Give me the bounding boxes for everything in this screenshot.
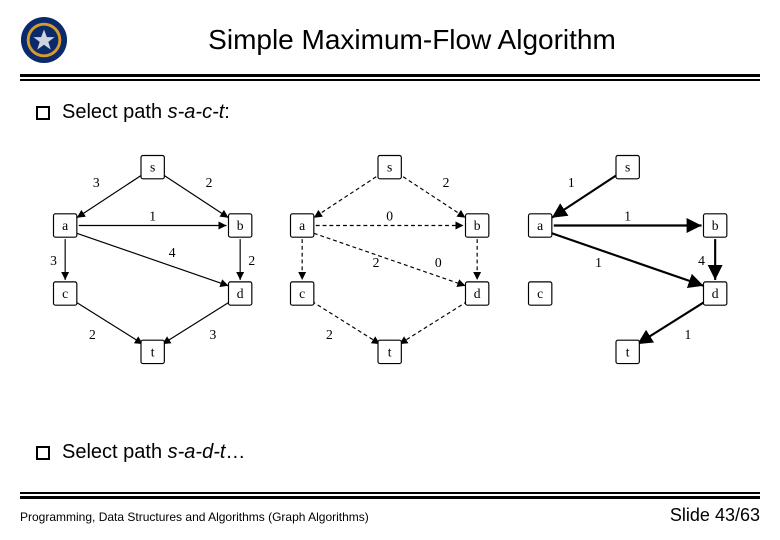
edge-bd-label: 2 <box>248 253 255 268</box>
svg-text:a: a <box>299 218 305 233</box>
edge3-bd-label: 4 <box>698 253 705 268</box>
bullet-2-path: s-a-d-t <box>168 441 226 463</box>
footer-left: Programming, Data Structures and Algorit… <box>20 510 369 524</box>
title-rule <box>20 74 760 81</box>
edge-ad-label: 4 <box>169 245 176 260</box>
node3-s: s <box>616 155 639 178</box>
node2-d: d <box>466 282 489 305</box>
node2-t: t <box>378 340 401 363</box>
bullet-2-prefix: Select path <box>62 441 168 463</box>
footer-row: Programming, Data Structures and Algorit… <box>20 505 760 526</box>
svg-text:c: c <box>299 286 305 301</box>
node-d: d <box>228 282 251 305</box>
seal-logo <box>20 16 68 64</box>
svg-text:b: b <box>474 218 481 233</box>
bullet-2: Select path s-a-d-t… <box>36 441 245 464</box>
slide-body: Select path s-a-c-t: 3 2 <box>0 81 780 376</box>
graph-flow: 2 0 2 0 2 s a b c d t <box>273 138 506 376</box>
node3-a: a <box>528 214 551 237</box>
node-s: s <box>141 155 164 178</box>
header: Simple Maximum-Flow Algorithm <box>0 0 780 70</box>
edge2-ct-label: 2 <box>326 327 333 342</box>
graph-original: 3 2 1 3 4 2 2 3 s a <box>36 138 269 376</box>
edge-dt-label: 3 <box>210 327 217 342</box>
svg-text:t: t <box>625 344 629 359</box>
bullet-1-path: s-a-c-t <box>168 101 225 123</box>
svg-text:s: s <box>150 160 155 175</box>
bullet-2-text: Select path s-a-d-t… <box>62 441 245 464</box>
svg-text:a: a <box>62 218 68 233</box>
node2-b: b <box>466 214 489 237</box>
svg-text:b: b <box>237 218 244 233</box>
svg-text:d: d <box>237 286 244 301</box>
slide-title: Simple Maximum-Flow Algorithm <box>84 24 760 56</box>
bullet-2-wrap: Select path s-a-d-t… <box>30 433 245 478</box>
edge-sa-label: 3 <box>93 175 100 190</box>
edge-ac-label: 3 <box>50 253 57 268</box>
edge3-ab-label: 1 <box>624 208 631 223</box>
node3-b: b <box>703 214 726 237</box>
svg-text:s: s <box>625 160 630 175</box>
svg-text:t: t <box>388 344 392 359</box>
edge3-dt-label: 1 <box>684 327 691 342</box>
square-bullet-icon <box>36 446 50 460</box>
svg-text:t: t <box>151 344 155 359</box>
svg-text:c: c <box>62 286 68 301</box>
node3-d: d <box>703 282 726 305</box>
svg-text:d: d <box>711 286 718 301</box>
svg-text:a: a <box>537 218 543 233</box>
graphs-row: 3 2 1 3 4 2 2 3 s a <box>30 138 750 376</box>
edge-sb-label: 2 <box>206 175 213 190</box>
bullet-2-suffix: … <box>225 441 245 463</box>
node-a: a <box>53 214 76 237</box>
edge2-ad-label: 2 <box>373 255 380 270</box>
square-bullet-icon <box>36 106 50 120</box>
node3-t: t <box>616 340 639 363</box>
edge2-bd-label: 0 <box>435 255 442 270</box>
edge-ab-label: 1 <box>149 208 156 223</box>
node2-s: s <box>378 155 401 178</box>
edge3-sa-label: 1 <box>568 175 575 190</box>
slide-number: 43/63 <box>715 505 760 525</box>
slide-prefix: Slide <box>670 505 715 525</box>
footer-right: Slide 43/63 <box>670 505 760 526</box>
edge3-ad-label: 1 <box>595 255 602 270</box>
bullet-1-text: Select path s-a-c-t: <box>62 101 230 124</box>
node-b: b <box>228 214 251 237</box>
svg-text:b: b <box>711 218 718 233</box>
node2-a: a <box>291 214 314 237</box>
node3-c: c <box>528 282 551 305</box>
edge2-ab-label: 0 <box>387 208 394 223</box>
graph-residual: 1 1 1 4 1 s a b c d t <box>511 138 744 376</box>
bullet-1-suffix: : <box>224 101 230 123</box>
edge2-sb-label: 2 <box>443 175 450 190</box>
footer: Programming, Data Structures and Algorit… <box>0 492 780 540</box>
bullet-1: Select path s-a-c-t: <box>36 101 750 124</box>
svg-text:d: d <box>474 286 481 301</box>
svg-text:s: s <box>387 160 392 175</box>
slide: Simple Maximum-Flow Algorithm Select pat… <box>0 0 780 540</box>
node-t: t <box>141 340 164 363</box>
svg-text:c: c <box>537 286 543 301</box>
node-c: c <box>53 282 76 305</box>
edge-ct-label: 2 <box>89 327 96 342</box>
footer-rule <box>20 492 760 499</box>
bullet-1-prefix: Select path <box>62 101 168 123</box>
node2-c: c <box>291 282 314 305</box>
